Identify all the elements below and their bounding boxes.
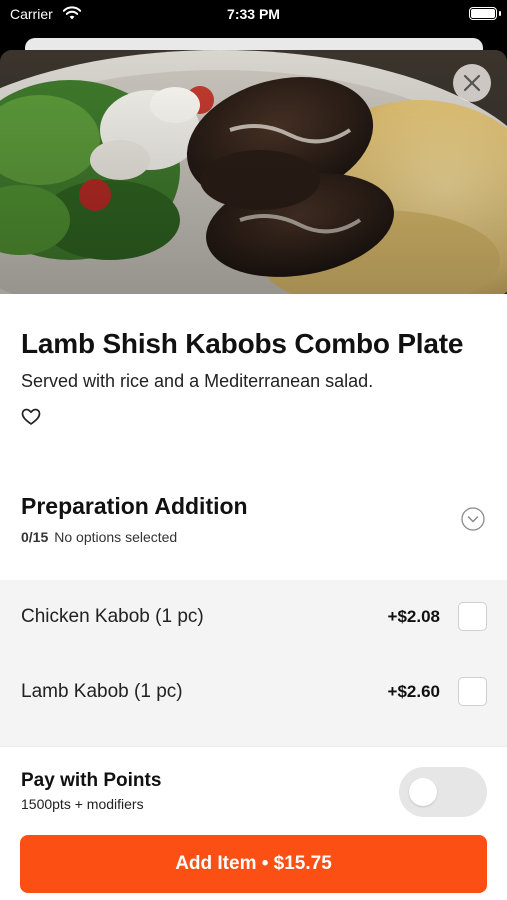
selected-count: 0/15 xyxy=(21,529,49,545)
heart-icon[interactable] xyxy=(21,408,41,426)
section-title: Preparation Addition xyxy=(21,493,248,519)
battery-icon xyxy=(469,7,497,20)
points-toggle[interactable] xyxy=(399,767,487,817)
option-row[interactable]: Lamb Kabob (1 pc) +$2.60 xyxy=(0,655,507,729)
option-price: +$2.08 xyxy=(387,607,440,626)
status-time: 7:33 PM xyxy=(227,6,280,22)
item-photo xyxy=(0,50,507,294)
food-illustration xyxy=(0,50,507,294)
chevron-down-icon[interactable] xyxy=(461,507,485,531)
option-checkbox[interactable] xyxy=(458,677,487,706)
option-checkbox[interactable] xyxy=(458,602,487,631)
option-name: Lamb Kabob (1 pc) xyxy=(21,681,183,702)
points-subtitle: 1500pts + modifiers xyxy=(21,796,144,812)
item-title: Lamb Shish Kabobs Combo Plate xyxy=(21,328,464,359)
item-description: Served with rice and a Mediterranean sal… xyxy=(21,371,374,391)
bottom-bar: Pay with Points 1500pts + modifiers Add … xyxy=(0,746,507,900)
selected-text: No options selected xyxy=(54,529,178,545)
battery-tip xyxy=(499,11,501,16)
option-row[interactable]: Chicken Kabob (1 pc) +$2.08 xyxy=(0,580,507,654)
status-bar: Carrier 7:33 PM xyxy=(0,0,507,30)
add-item-label: Add Item • $15.75 xyxy=(175,853,332,874)
section-meta: 0/15 No options selected xyxy=(21,529,177,545)
item-details: Lamb Shish Kabobs Combo Plate Served wit… xyxy=(0,294,507,746)
close-icon xyxy=(463,74,481,92)
options-list: Chicken Kabob (1 pc) +$2.08 Lamb Kabob (… xyxy=(0,580,507,746)
close-button[interactable] xyxy=(453,64,491,102)
add-item-button[interactable]: Add Item • $15.75 xyxy=(20,835,487,893)
option-name: Chicken Kabob (1 pc) xyxy=(21,606,204,627)
option-price: +$2.60 xyxy=(387,682,440,701)
toggle-knob xyxy=(409,778,437,806)
points-title: Pay with Points xyxy=(21,770,162,791)
